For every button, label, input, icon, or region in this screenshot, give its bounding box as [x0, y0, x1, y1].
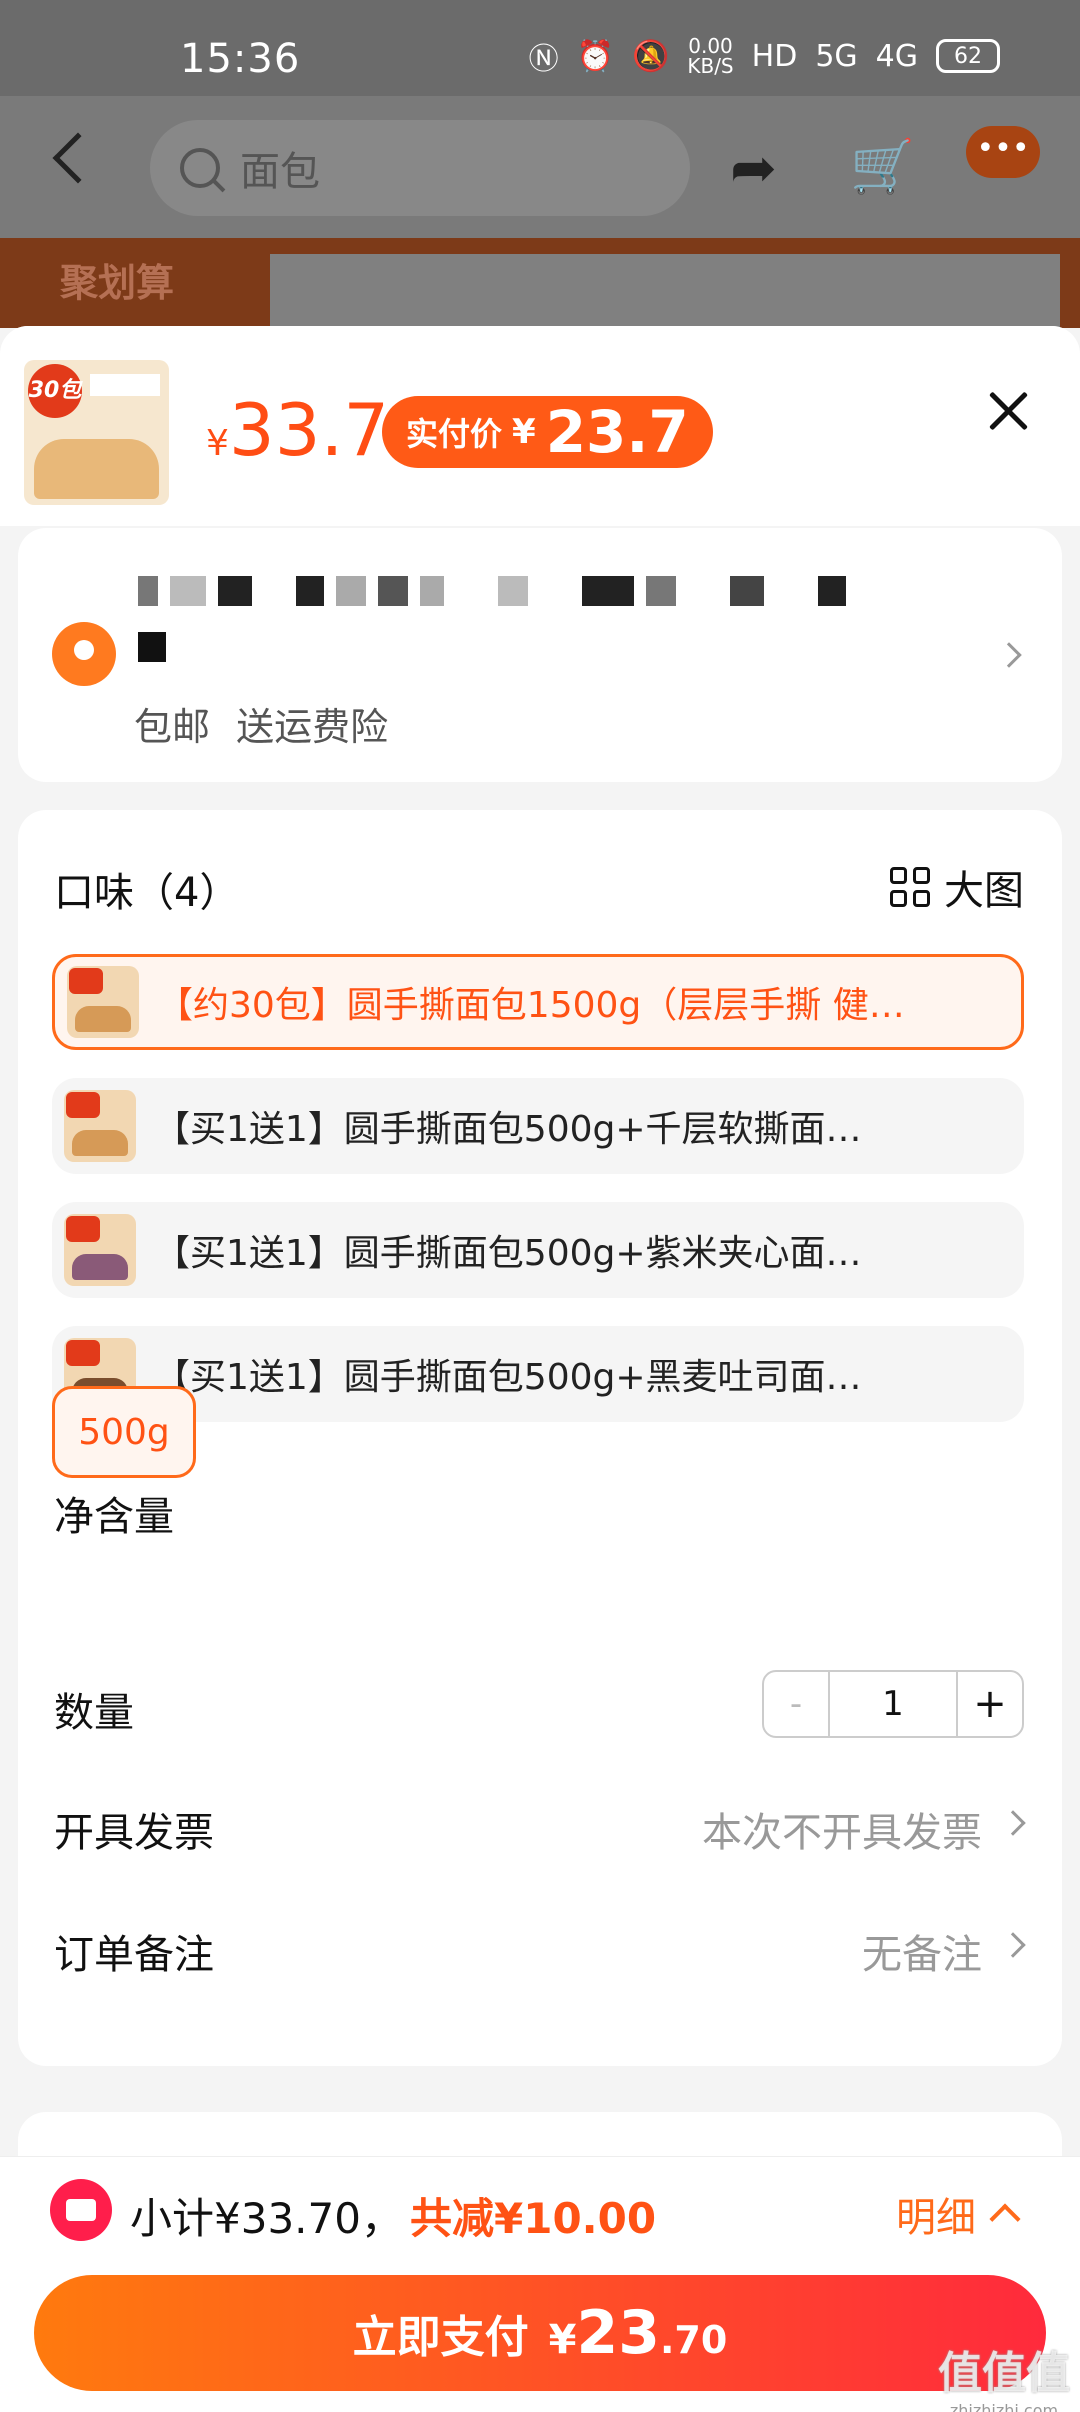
coupon-icon: [50, 2179, 112, 2241]
bottom-bar: 小计¥33.70， 共减¥10.00 明细 立即支付 ¥23.70 值值值 zh…: [0, 2156, 1080, 2412]
share-icon[interactable]: ➦: [730, 136, 777, 201]
flavor-option-4[interactable]: 【买1送1】圆手撕面包500g+黑麦吐司面…: [52, 1326, 1024, 1422]
sheet-header: 30包 ¥33.7 实付价 ¥23.7: [0, 326, 1080, 526]
close-icon[interactable]: [984, 386, 1034, 436]
invoice-value[interactable]: 本次不开具发票: [702, 1800, 982, 1858]
status-icons: Ⓝ ⏰ 🔕 0.00 KB/S HD 5G 4G 62: [529, 34, 1000, 78]
product-price: ¥33.7: [206, 388, 390, 472]
search-bar[interactable]: 面包: [150, 120, 690, 216]
detail-toggle[interactable]: 明细: [896, 2185, 1021, 2243]
discount-text: 共减¥10.00: [410, 2194, 657, 2243]
option-thumbnail: [64, 1214, 136, 1286]
status-bar: 15:36 Ⓝ ⏰ 🔕 0.00 KB/S HD 5G 4G 62: [0, 0, 1080, 96]
decrease-button[interactable]: -: [764, 1672, 830, 1736]
product-thumbnail[interactable]: 30包: [24, 360, 169, 505]
nfc-icon: Ⓝ: [528, 42, 559, 77]
location-pin-icon: [52, 622, 116, 686]
thumb-badge: 30包: [28, 364, 82, 418]
invoice-title: 开具发票: [54, 1810, 214, 1856]
promo-banner: 聚划算: [0, 238, 1080, 328]
search-icon: [180, 148, 220, 188]
signal-4g-icon: 4G: [875, 38, 918, 74]
cart-icon[interactable]: 🛒: [850, 136, 915, 197]
big-image-toggle[interactable]: 大图: [890, 858, 1024, 916]
net-weight-title: 净含量: [54, 1494, 174, 1540]
options-card: 口味（4） 大图 【约30包】圆手撕面包1500g（层层手撕 健… 【买1送1】…: [18, 810, 1062, 2066]
actual-price-badge: 实付价 ¥23.7: [382, 396, 713, 468]
quantity-title: 数量: [54, 1690, 134, 1736]
flavor-option-3[interactable]: 【买1送1】圆手撕面包500g+紫米夹心面…: [52, 1202, 1024, 1298]
flavor-option-1[interactable]: 【约30包】圆手撕面包1500g（层层手撕 健…: [52, 954, 1024, 1050]
grid-icon: [890, 867, 930, 907]
back-arrow-icon[interactable]: [52, 132, 104, 184]
address-card[interactable]: 包邮 送运费险: [18, 528, 1062, 782]
subtotal-text: 小计¥33.70，: [130, 2194, 403, 2243]
watermark-logo: 值值值 zhizhizhi.com: [938, 2348, 1070, 2412]
chevron-right-icon: [996, 642, 1022, 668]
flavor-title: 口味（4）: [54, 870, 240, 916]
battery-icon: 62: [936, 39, 1000, 73]
background-page: 面包 ➦ 🛒 ••• 聚划算: [0, 96, 1080, 328]
pay-now-button[interactable]: 立即支付 ¥23.70: [34, 2275, 1046, 2391]
remark-value[interactable]: 无备注: [862, 1922, 982, 1980]
net-speed: 0.00 KB/S: [687, 34, 734, 78]
address-redacted: [138, 576, 846, 606]
search-placeholder: 面包: [240, 149, 320, 195]
chevron-right-icon: [1000, 1810, 1026, 1836]
size-option-500g[interactable]: 500g: [52, 1386, 196, 1478]
remark-title: 订单备注: [54, 1932, 214, 1978]
quantity-value[interactable]: 1: [830, 1672, 956, 1736]
option-thumbnail: [64, 1090, 136, 1162]
more-icon[interactable]: •••: [966, 126, 1040, 178]
shipping-tags: 包邮 送运费险: [134, 705, 389, 749]
hd-icon: HD: [751, 38, 798, 74]
flavor-option-2[interactable]: 【买1送1】圆手撕面包500g+千层软撕面…: [52, 1078, 1024, 1174]
status-time: 15:36: [180, 36, 301, 82]
banner-text: 聚划算: [60, 261, 175, 305]
quantity-stepper: - 1 +: [762, 1670, 1024, 1738]
chevron-up-icon: [989, 2203, 1021, 2235]
chevron-right-icon: [1000, 1932, 1026, 1958]
increase-button[interactable]: +: [956, 1672, 1022, 1736]
alarm-icon: ⏰: [576, 38, 614, 74]
mute-icon: 🔕: [632, 38, 670, 74]
sku-sheet: 30包 ¥33.7 实付价 ¥23.7 包邮 送运费险 口味（4） 大图 【约3…: [0, 326, 1080, 2412]
signal-5g-icon: 5G: [815, 38, 858, 74]
option-thumbnail: [67, 966, 139, 1038]
